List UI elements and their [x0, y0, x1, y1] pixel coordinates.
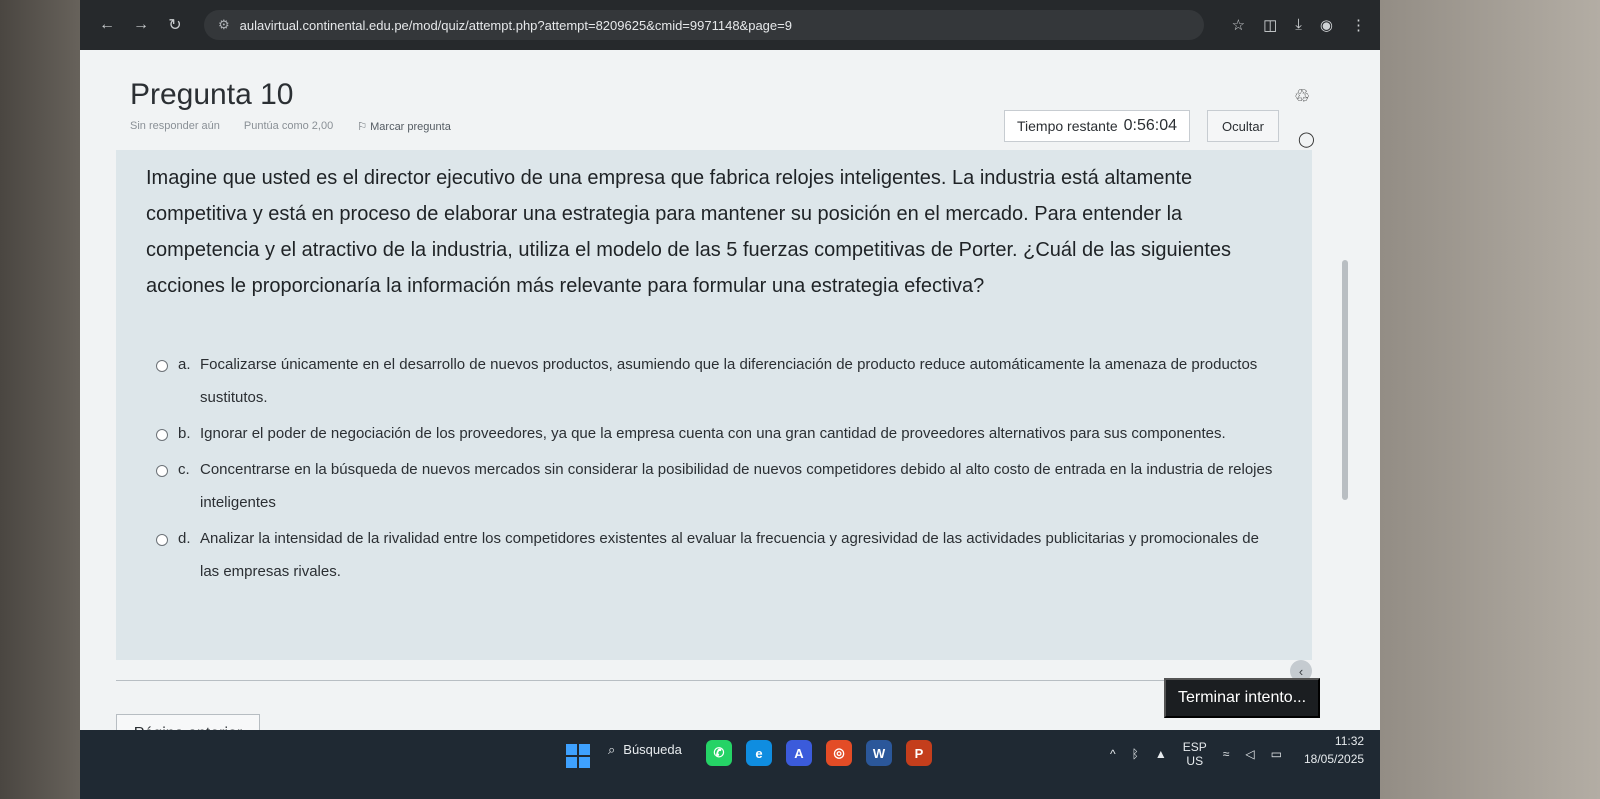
lang-bottom: US — [1186, 754, 1204, 768]
edge-icon[interactable]: e — [746, 740, 772, 766]
radio-button[interactable] — [156, 534, 168, 546]
profile-icon[interactable]: ◉ — [1320, 16, 1333, 34]
drive-icon[interactable]: ▲ — [1155, 747, 1167, 761]
laptop-screen: ← → ↻ ⚙ aulavirtual.continental.edu.pe/m… — [80, 0, 1380, 799]
chrome-icon[interactable]: ◎ — [826, 740, 852, 766]
question-points: Puntúa como 2,00 — [243, 120, 334, 132]
clock-date: 18/05/2025 — [1304, 752, 1365, 766]
question-status: Sin responder aún — [130, 120, 220, 132]
option-text: Focalizarse únicamente en el desarrollo … — [200, 356, 1258, 406]
windows-taskbar: ⌕ Búsqueda ✆ e A ◎ W P ^ ᛒ ▲ ESP US ≈ ◁ … — [80, 730, 1380, 799]
quiz-navigation-icon[interactable]: ♲ — [1294, 86, 1310, 107]
background-desk-left — [0, 0, 80, 799]
reload-icon[interactable]: ↻ — [162, 15, 188, 35]
finish-attempt-button[interactable]: Terminar intento... — [1164, 678, 1320, 718]
flag-question-link[interactable]: ⚐ Marcar pregunta — [357, 120, 451, 133]
download-icon[interactable]: ⤓ — [1295, 16, 1302, 34]
option-letter: a. — [178, 356, 191, 373]
radio-button[interactable] — [156, 429, 168, 441]
windows-start-icon[interactable] — [566, 744, 590, 768]
question-panel: Imagine que usted es el director ejecuti… — [116, 150, 1312, 660]
whatsapp-icon[interactable]: ✆ — [706, 740, 732, 766]
clock-time: 11:32 — [1334, 734, 1365, 748]
timer-value: 0:56:04 — [1123, 117, 1178, 134]
lang-top: ESP — [1182, 740, 1207, 754]
volume-icon[interactable]: ◁ — [1245, 747, 1254, 761]
option-text: Ignorar el poder de negociación de los p… — [200, 425, 1226, 442]
site-info-icon[interactable]: ⚙ — [218, 17, 230, 33]
question-text: Imagine que usted es el director ejecuti… — [146, 167, 1231, 297]
taskbar-search-label: Búsqueda — [623, 742, 682, 757]
forward-icon[interactable]: → — [128, 16, 154, 34]
taskbar-search[interactable]: ⌕ Búsqueda — [608, 742, 682, 758]
address-bar[interactable]: ⚙ aulavirtual.continental.edu.pe/mod/qui… — [204, 10, 1204, 40]
quiz-page: Pregunta 10 Sin responder aún Puntúa com… — [80, 50, 1380, 799]
search-icon: ⌕ — [608, 742, 616, 757]
option-letter: c. — [178, 461, 190, 478]
option-a[interactable]: a. Focalizarse únicamente en el desarrol… — [156, 355, 1276, 414]
chat-icon[interactable]: ◯ — [1298, 130, 1315, 148]
option-c[interactable]: c. Concentrarse en la búsqueda de nuevos… — [156, 460, 1276, 519]
bluetooth-icon[interactable]: ᛒ — [1132, 747, 1139, 761]
flag-icon: ⚐ — [357, 121, 371, 133]
wifi-icon[interactable]: ≈ — [1223, 747, 1230, 761]
system-clock[interactable]: 11:32 18/05/2025 — [1304, 732, 1364, 768]
chevron-up-icon[interactable]: ^ — [1110, 747, 1116, 761]
word-icon[interactable]: W — [866, 740, 892, 766]
back-icon[interactable]: ← — [94, 16, 120, 34]
menu-icon[interactable]: ⋮ — [1351, 16, 1366, 34]
option-letter: d. — [178, 530, 191, 547]
hide-timer-button[interactable]: Ocultar — [1207, 110, 1279, 142]
browser-actions: ☆ ◫ ⤓ ◉ ⋮ — [1232, 16, 1366, 34]
option-text: Analizar la intensidad de la rivalidad e… — [200, 530, 1259, 580]
url-text: aulavirtual.continental.edu.pe/mod/quiz/… — [239, 17, 792, 33]
browser-toolbar: ← → ↻ ⚙ aulavirtual.continental.edu.pe/m… — [80, 0, 1380, 50]
app-icon[interactable]: A — [786, 740, 812, 766]
option-letter: b. — [178, 425, 191, 442]
option-text: Concentrarse en la búsqueda de nuevos me… — [200, 461, 1273, 511]
powerpoint-icon[interactable]: P — [906, 740, 932, 766]
radio-button[interactable] — [156, 360, 168, 372]
page-scrollbar[interactable] — [1342, 260, 1348, 500]
flag-label: Marcar pregunta — [370, 121, 451, 133]
system-tray: ^ ᛒ ▲ ESP US ≈ ◁ ▭ — [1110, 740, 1282, 768]
extensions-icon[interactable]: ◫ — [1263, 16, 1277, 34]
option-b[interactable]: b. Ignorar el poder de negociación de lo… — [156, 424, 1276, 450]
timer-label: Tiempo restante — [1017, 118, 1118, 134]
radio-button[interactable] — [156, 465, 168, 477]
battery-icon[interactable]: ▭ — [1271, 747, 1282, 761]
timer: Tiempo restante 0:56:04 — [1004, 110, 1191, 142]
star-icon[interactable]: ☆ — [1232, 16, 1245, 34]
question-title: Pregunta 10 — [130, 78, 294, 111]
language-indicator[interactable]: ESP US — [1183, 740, 1207, 768]
answer-options: a. Focalizarse únicamente en el desarrol… — [156, 355, 1276, 598]
divider — [116, 680, 1316, 681]
option-d[interactable]: d. Analizar la intensidad de la rivalida… — [156, 529, 1276, 588]
question-info: Sin responder aún Puntúa como 2,00 ⚐ Mar… — [130, 120, 451, 133]
